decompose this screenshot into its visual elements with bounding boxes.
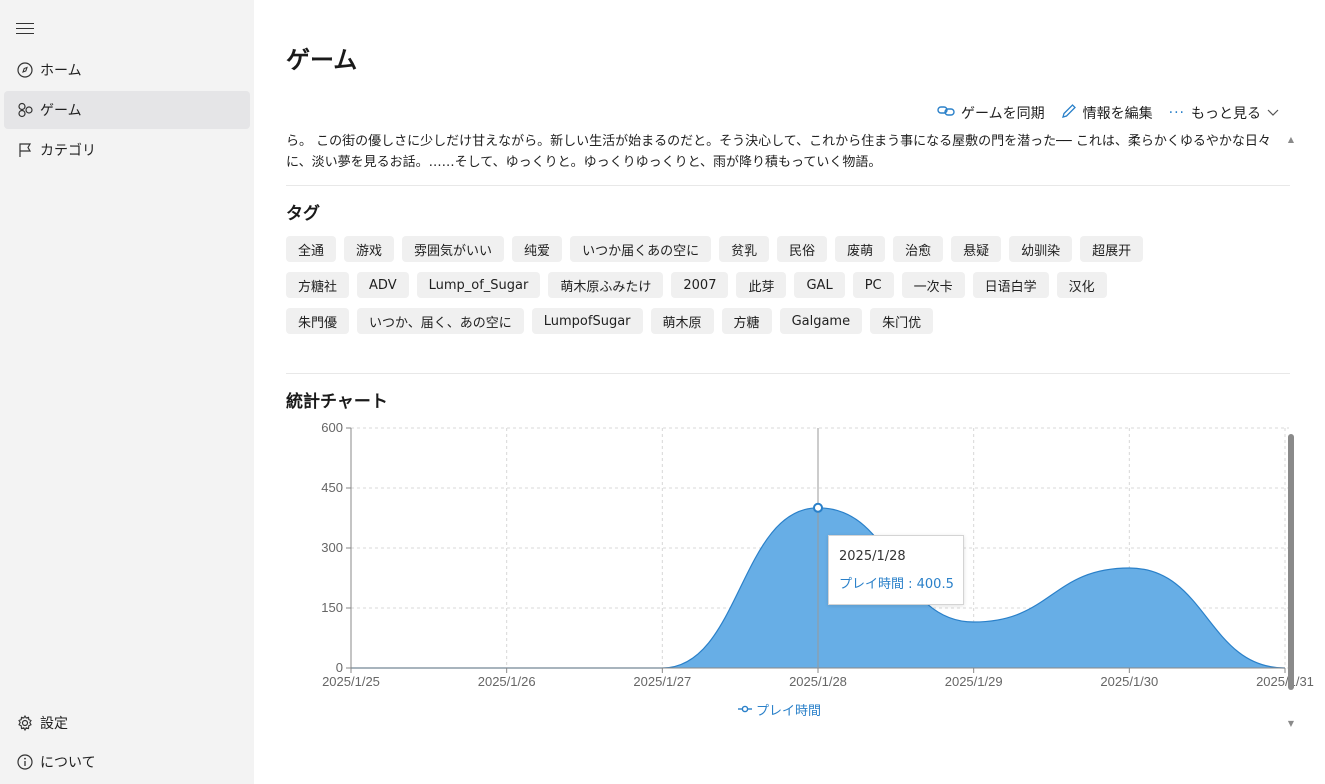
y-tick-label: 600 [321,420,343,435]
x-tick-label: 2025/1/31 [1256,674,1314,689]
scroll-down-icon[interactable]: ▼ [1287,720,1295,728]
x-tick-label: 2025/1/29 [945,674,1003,689]
sidebar: ホーム ゲーム カテゴリ 設定 について [0,0,254,784]
legend-marker-icon [738,702,752,717]
hamburger-menu-icon[interactable] [16,20,34,36]
games-icon [16,101,34,119]
x-tick-label: 2025/1/30 [1100,674,1158,689]
x-tick-label: 2025/1/27 [633,674,691,689]
data-point-highlight [813,502,823,513]
sidebar-item-settings[interactable]: 設定 [4,704,250,742]
compass-icon [16,61,34,79]
sidebar-item-label: ゲーム [40,103,82,119]
sidebar-item-about[interactable]: について [4,743,250,781]
scroll-up-icon[interactable]: ▲ [1287,136,1295,144]
sidebar-item-category[interactable]: カテゴリ [4,131,250,169]
legend-label: プレイ時間 [756,704,822,719]
chart-tooltip: 2025/1/28 プレイ時間 : 400.5 [828,535,964,605]
sidebar-item-games[interactable]: ゲーム [4,91,250,129]
scrollbar-thumb[interactable] [1288,434,1294,690]
sidebar-item-label: カテゴリ [40,143,96,159]
info-icon [16,753,34,771]
sidebar-item-label: について [40,755,96,771]
chart-legend[interactable]: プレイ時間 [738,700,821,719]
tooltip-date: 2025/1/28 [839,549,906,564]
y-tick-label: 150 [321,600,343,615]
sidebar-item-label: 設定 [40,716,68,732]
x-tick-label: 2025/1/28 [789,674,847,689]
main-content: ゲーム ゲームを同期 情報を編集 ··· もっと見る ら。 この街の優しさに少し… [254,0,1325,784]
y-tick-label: 0 [336,660,343,675]
scrollbar[interactable]: ▲ ▼ [1287,136,1295,728]
sidebar-item-home[interactable]: ホーム [4,51,250,89]
tooltip-value: プレイ時間 : 400.5 [839,577,954,592]
gear-icon [16,714,34,732]
x-tick-label: 2025/1/25 [322,674,380,689]
y-tick-label: 450 [321,480,343,495]
flag-icon [16,141,34,159]
sidebar-item-label: ホーム [40,63,82,79]
playtime-chart: 0 150 300 450 600 2025/1/25 2025/1/26 2025/1/27… [321,420,1314,689]
y-tick-label: 300 [321,540,343,555]
x-tick-label: 2025/1/26 [478,674,536,689]
